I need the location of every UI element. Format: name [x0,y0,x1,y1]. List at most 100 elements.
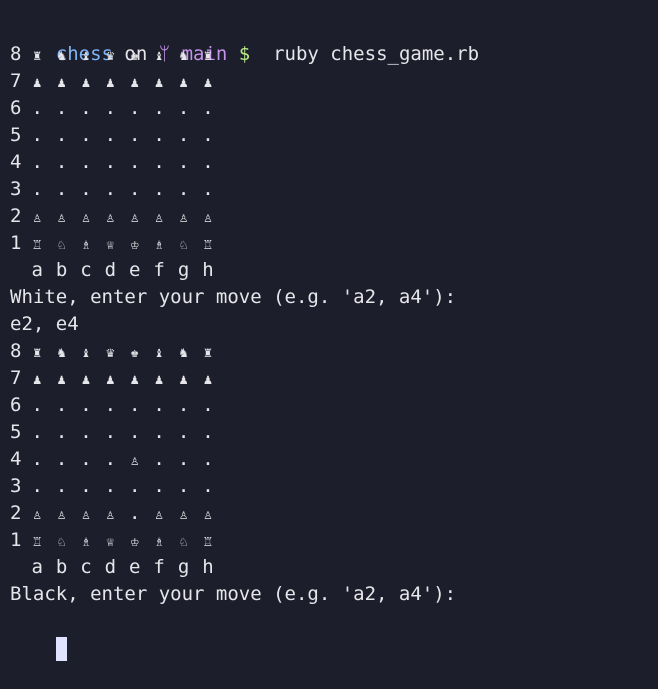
board-square: ♚ [130,345,139,361]
board-square: ♟ [179,372,188,388]
board-square: . [31,421,43,443]
board-square: . [202,97,214,119]
board-rank-2: 2 ♙ ♙ ♙ ♙. ♙ ♙ ♙ [10,500,658,527]
board-square: ♙ [106,507,115,523]
board-square: ♟ [106,372,115,388]
prompt-symbol: $ [227,43,251,65]
board-square: . [80,475,92,497]
board-square: ♜ [203,345,213,361]
board-square: . [104,421,117,443]
board-square: . [55,421,68,443]
board-square: ♗ [154,534,164,550]
board-square: ♘ [179,534,188,550]
board-square: . [31,151,43,173]
file-label: e [129,259,141,281]
rank-label: 2 [10,502,22,524]
board-square: . [80,448,92,470]
board-square: . [55,448,68,470]
board-rank-7: 7 ♟ ♟ ♟ ♟ ♟ ♟ ♟ ♟ [10,68,658,95]
file-label: a [31,556,43,578]
rank-label: 5 [10,124,22,146]
file-label: c [80,556,92,578]
white-move-input: e2, e4 [10,313,79,335]
input-line[interactable] [10,608,658,661]
board-rank-4: 4........ [10,149,658,176]
board-square: . [31,394,43,416]
board-square: . [129,97,141,119]
board-rank-1: 1 ♖ ♘ ♗ ♕ ♔ ♗ ♘ ♖ [10,230,658,257]
board-square: . [80,124,92,146]
board-square: . [104,448,117,470]
board-square: . [202,178,214,200]
board-square: ♖ [32,534,42,550]
board-square: ♙ [81,210,91,226]
board-square: . [80,151,92,173]
file-label: a [31,259,43,281]
board-square: . [80,97,92,119]
board-square: ♟ [81,75,91,91]
board-square: ♗ [154,237,164,253]
terminal-window[interactable]: chess on ᛘ main $ ruby chess_game.rb 8 ♜ ♞… [10,14,658,661]
board-square: . [55,97,68,119]
board-file-labels: abcdefgh [10,554,658,581]
file-label: h [202,259,214,281]
rank-label: 8 [10,43,22,65]
board-square: ♟ [81,372,91,388]
board-square: ♕ [106,534,115,550]
board-square: ♘ [57,534,66,550]
board-square: . [129,124,141,146]
board-square: . [104,394,117,416]
rank-label: 4 [10,151,22,173]
shell-command: ruby chess_game.rb [250,43,480,65]
board-square: . [177,124,190,146]
chess-board-after-move: 8 ♜ ♞ ♝ ♛ ♚ ♝ ♞ ♜ 7 ♟ ♟ ♟ ♟ ♟ ♟ ♟ ♟ 6........ 5........ 4...… [10,338,658,581]
board-square: ♗ [81,237,91,253]
board-square: . [177,421,190,443]
board-rank-2: 2 ♙ ♙ ♙ ♙ ♙ ♙ ♙ ♙ [10,203,658,230]
board-square: . [55,475,68,497]
file-label: g [177,556,190,578]
rank-label: 1 [10,529,22,551]
rank-label: 1 [10,232,22,254]
rank-label: 6 [10,97,22,119]
board-square: . [153,394,165,416]
board-square: ♟ [154,372,164,388]
rank-label: 6 [10,394,22,416]
rank-label: 8 [10,340,22,362]
board-square: ♘ [179,237,188,253]
board-square: . [129,475,141,497]
board-square: ♜ [32,48,42,64]
board-square: ♚ [130,48,139,64]
board-square: . [80,394,92,416]
board-square: . [153,178,165,200]
board-square: . [177,394,190,416]
file-label: d [104,556,117,578]
board-rank-1: 1 ♖ ♘ ♗ ♕ ♔ ♗ ♘ ♖ [10,527,658,554]
board-square: . [31,448,43,470]
white-move-prompt: White, enter your move (e.g. 'a2, a4'): [10,286,457,308]
board-square: . [202,151,214,173]
board-square: ♙ [154,507,164,523]
file-label: b [55,259,68,281]
board-square: . [177,475,190,497]
board-square: . [177,151,190,173]
board-square: . [177,178,190,200]
board-square: . [55,178,68,200]
board-square: ♙ [32,210,42,226]
board-square: . [104,178,117,200]
board-square: . [80,421,92,443]
file-label: e [129,556,141,578]
board-square: ♟ [106,75,115,91]
rank-label: 5 [10,421,22,443]
board-square: . [129,502,141,524]
board-square: . [177,448,190,470]
rank-label: 2 [10,205,22,227]
board-square: . [129,178,141,200]
file-label: f [153,259,165,281]
board-square: ♟ [203,75,213,91]
rank-label: 3 [10,178,22,200]
board-square: ♟ [179,75,188,91]
board-square: ♟ [154,75,164,91]
board-square: . [177,97,190,119]
board-square: ♛ [106,48,115,64]
